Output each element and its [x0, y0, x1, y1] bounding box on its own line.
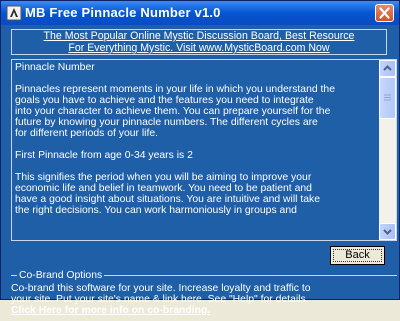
grip-icon — [384, 94, 391, 101]
window-title: MB Free Pinnacle Number v1.0 — [25, 5, 221, 20]
cobrand-description: Co-brand this software for your site. In… — [11, 283, 311, 305]
mysticboard-banner-link[interactable]: The Most Popular Online Mystic Discussio… — [11, 29, 387, 55]
title-bar[interactable]: MB Free Pinnacle Number v1.0 — [1, 1, 399, 25]
main-panel: The Most Popular Online Mystic Discussio… — [4, 25, 397, 316]
scroll-up-button[interactable] — [379, 60, 396, 77]
scroll-down-button[interactable] — [379, 223, 396, 240]
content-intro: Pinnacles represent moments in your life… — [15, 84, 335, 139]
vertical-scrollbar[interactable] — [379, 60, 396, 240]
first-pinnacle-result: First Pinnacle from age 0-34 years is 2 — [15, 150, 193, 161]
pinnacle-app-icon — [6, 5, 22, 21]
banner-line-1: The Most Popular Online Mystic Discussio… — [43, 30, 355, 42]
pinnacle-text-area[interactable]: Pinnacle Number Pinnacles represent mome… — [11, 59, 397, 241]
cobrand-group: Co-Brand Options Co-brand this software … — [11, 270, 397, 321]
content-heading: Pinnacle Number — [15, 62, 95, 73]
arrow-up-icon — [383, 65, 392, 71]
pinnacle-text-content: Pinnacle Number Pinnacles represent mome… — [15, 62, 379, 238]
back-button[interactable]: Back — [330, 246, 385, 265]
app-window: MB Free Pinnacle Number v1.0 The Most Po… — [0, 0, 400, 316]
cobrand-info-link[interactable]: Click Here for more info on co-branding. — [11, 305, 210, 316]
arrow-down-icon — [383, 229, 392, 235]
content-description: This signifies the period when you will … — [15, 172, 321, 216]
close-icon — [379, 7, 390, 19]
scroll-thumb[interactable] — [379, 77, 396, 119]
banner-line-2: For Everything Mystic. Visit www.MysticB… — [68, 42, 330, 54]
close-button[interactable] — [375, 4, 394, 22]
cobrand-title: Co-Brand Options — [17, 270, 105, 281]
